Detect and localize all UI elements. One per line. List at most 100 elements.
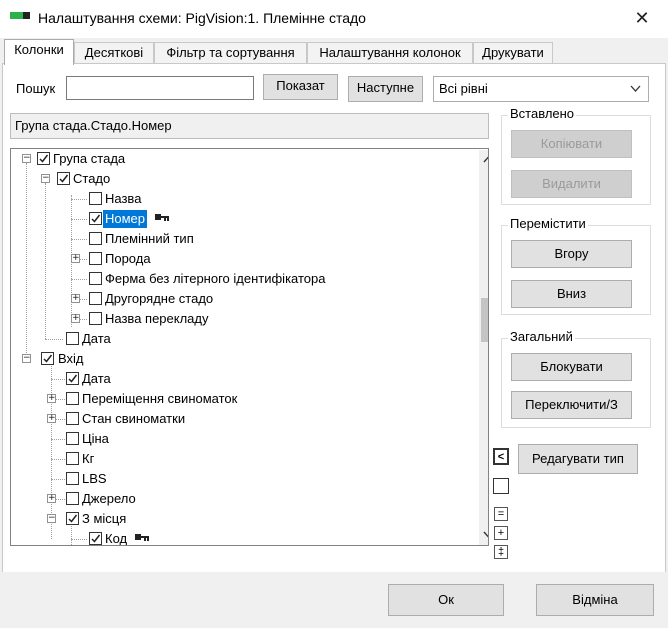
tree-checkbox[interactable] — [66, 472, 79, 485]
scrollbar-thumb[interactable] — [481, 298, 488, 342]
expand-icon[interactable]: + — [71, 294, 80, 303]
move-down-button[interactable]: Вниз — [511, 280, 632, 308]
tree-checkbox[interactable] — [89, 232, 102, 245]
tab-decimals[interactable]: Десяткові — [74, 42, 154, 64]
level-select-value: Всі рівні — [439, 81, 488, 96]
expand-button[interactable]: + — [494, 526, 508, 540]
tree-line — [71, 219, 87, 220]
tree-checkbox[interactable] — [66, 492, 79, 505]
tree-checkbox[interactable] — [89, 272, 102, 285]
collapse-icon[interactable]: − — [22, 154, 31, 163]
tree-checkbox[interactable] — [66, 412, 79, 425]
column-tree[interactable]: − Група стада − Стадо Назва Номер Племін… — [10, 148, 489, 546]
move-up-button[interactable]: Вгору — [511, 240, 632, 268]
collapse-all-button[interactable]: = — [494, 507, 508, 521]
tree-line — [45, 339, 63, 340]
tree-item-label: Кг — [82, 451, 95, 466]
collapse-icon[interactable]: − — [41, 174, 50, 183]
tree-item[interactable]: Племінний тип — [11, 229, 471, 249]
tree-item[interactable]: Кг — [11, 449, 471, 469]
tree-scrollbar[interactable] — [479, 150, 489, 545]
ok-button[interactable]: Ок — [388, 584, 504, 616]
tree-item-label: Переміщення свиноматок — [82, 391, 238, 406]
tree-line — [71, 199, 87, 200]
tree-checkbox[interactable] — [89, 532, 102, 545]
tree-item[interactable]: LBS — [11, 469, 471, 489]
next-button[interactable]: Наступне — [348, 76, 423, 102]
tree-item-label: Дата — [82, 371, 111, 386]
expand-icon[interactable]: + — [47, 394, 56, 403]
tree-item[interactable]: + Стан свиноматки — [11, 409, 471, 429]
tree-item[interactable]: Ціна — [11, 429, 471, 449]
tree-line — [80, 319, 87, 320]
search-input[interactable] — [66, 76, 254, 100]
expand-icon[interactable]: + — [47, 494, 56, 503]
side-checkbox[interactable] — [493, 478, 509, 494]
tab-column-settings[interactable]: Налаштування колонок — [307, 42, 473, 64]
show-button[interactable]: Показат — [263, 74, 338, 100]
tree-checkbox[interactable] — [66, 332, 79, 345]
tab-filter-sort[interactable]: Фільтр та сортування — [154, 42, 307, 64]
tree-checkbox[interactable] — [66, 392, 79, 405]
edit-type-button[interactable]: Редагувати тип — [518, 444, 638, 474]
close-icon[interactable]: ✕ — [630, 6, 654, 30]
collapse-icon[interactable]: − — [47, 514, 56, 523]
tree-checkbox[interactable] — [41, 352, 54, 365]
tree-checkbox[interactable] — [89, 192, 102, 205]
tree-item-label: Стадо — [73, 171, 111, 186]
tree-item[interactable]: Код — [11, 529, 471, 545]
tree-line — [51, 479, 65, 480]
collapse-icon[interactable]: − — [22, 354, 31, 363]
app-logo-icon — [10, 12, 30, 19]
tree-line — [71, 239, 87, 240]
tree-line — [51, 459, 65, 460]
tree-checkbox[interactable] — [66, 372, 79, 385]
level-select[interactable]: Всі рівні — [433, 76, 649, 102]
tree-line — [71, 279, 87, 280]
tree-item[interactable]: − Група стада — [11, 149, 471, 169]
chevron-down-icon[interactable] — [483, 531, 489, 538]
tree-item[interactable]: + Порода — [11, 249, 471, 269]
tree-item[interactable]: Номер — [11, 209, 471, 229]
tree-checkbox[interactable] — [89, 292, 102, 305]
tree-checkbox[interactable] — [66, 512, 79, 525]
tree-item[interactable]: + Переміщення свиноматок — [11, 389, 471, 409]
expand-icon[interactable]: + — [47, 414, 56, 423]
tab-columns[interactable]: Колонки — [4, 39, 74, 65]
tree-checkbox[interactable] — [66, 432, 79, 445]
tree-item[interactable]: − Вхід — [11, 349, 471, 369]
switch-button[interactable]: Переключити/З — [511, 391, 632, 419]
tree-item[interactable]: Дата — [11, 369, 471, 389]
tree-item-label: Племінний тип — [105, 231, 194, 246]
tree-item[interactable]: + Назва перекладу — [11, 309, 471, 329]
cancel-button[interactable]: Відміна — [536, 584, 654, 616]
tab-bar: Колонки Десяткові Фільтр та сортування Н… — [0, 38, 668, 65]
tree-checkbox[interactable] — [89, 252, 102, 265]
chevron-down-icon — [630, 85, 641, 92]
tree-item[interactable]: Дата — [11, 329, 471, 349]
tree-checkbox[interactable] — [66, 452, 79, 465]
tree-item[interactable]: Назва — [11, 189, 471, 209]
tree-item-label: Група стада — [53, 151, 126, 166]
tree-checkbox[interactable] — [57, 172, 70, 185]
tree-line — [56, 419, 65, 420]
tree-checkbox[interactable] — [37, 152, 50, 165]
tree-item[interactable]: + Другорядне стадо — [11, 289, 471, 309]
expand-all-button[interactable]: ‡ — [494, 545, 508, 559]
tree-item[interactable]: − З місця — [11, 509, 471, 529]
tree-item-label: Назва перекладу — [105, 311, 209, 326]
tree-checkbox[interactable] — [89, 312, 102, 325]
tree-item-label: Дата — [82, 331, 111, 346]
tree-item[interactable]: + Джерело — [11, 489, 471, 509]
copy-button[interactable]: Копіювати — [511, 130, 632, 158]
tree-checkbox[interactable] — [89, 212, 102, 225]
tree-item[interactable]: − Стадо — [11, 169, 471, 189]
expand-icon[interactable]: + — [71, 314, 80, 323]
chevron-up-icon[interactable] — [483, 156, 489, 163]
lock-button[interactable]: Блокувати — [511, 353, 632, 381]
delete-button[interactable]: Видалити — [511, 170, 632, 198]
tree-item[interactable]: Ферма без літерного ідентифікатора — [11, 269, 471, 289]
arrow-left-button[interactable]: < — [493, 448, 509, 465]
tab-print[interactable]: Друкувати — [473, 42, 553, 64]
expand-icon[interactable]: + — [71, 254, 80, 263]
